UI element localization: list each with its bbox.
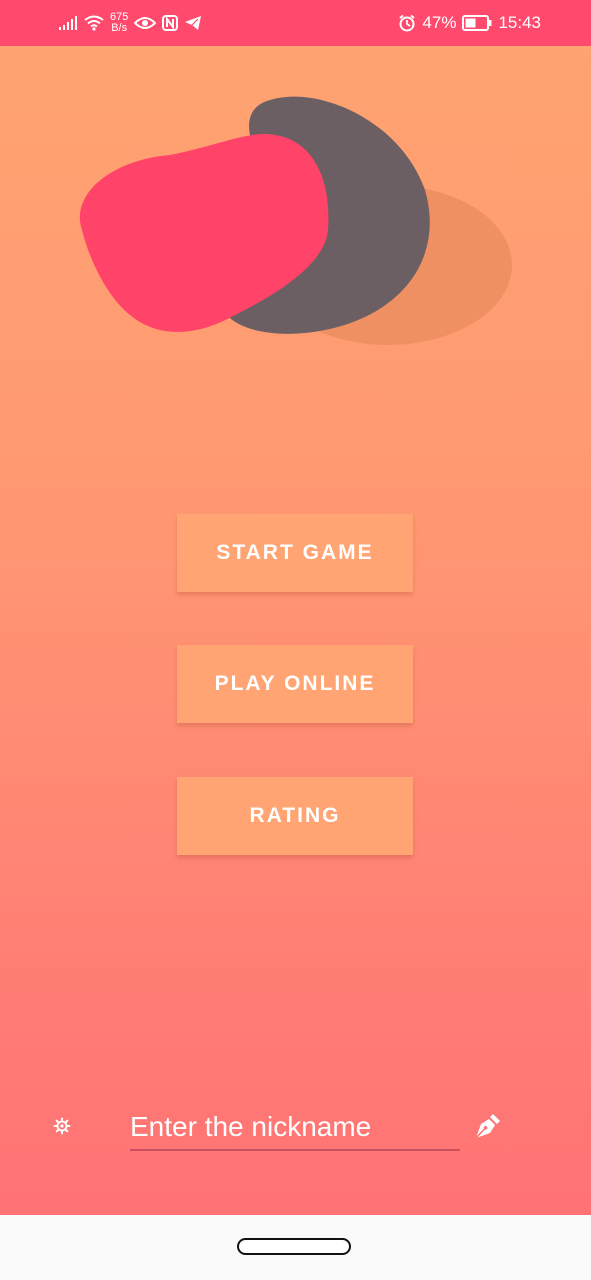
rating-button[interactable]: RATING bbox=[177, 777, 413, 855]
alarm-icon bbox=[399, 14, 416, 32]
status-left-icons: 675 B/s bbox=[58, 10, 202, 36]
eye-icon bbox=[134, 17, 157, 29]
status-right-icons: 47% 15:43 bbox=[398, 10, 541, 36]
telegram-icon bbox=[185, 16, 202, 30]
wifi-icon bbox=[84, 15, 104, 31]
status-bar: 675 B/s 47% 15:43 bbox=[0, 0, 591, 46]
start-game-button[interactable]: START GAME bbox=[177, 514, 413, 592]
pen-nib-icon[interactable] bbox=[472, 1111, 502, 1141]
play-online-button[interactable]: PLAY ONLINE bbox=[177, 645, 413, 723]
gear-icon[interactable] bbox=[53, 1117, 71, 1135]
battery-icon bbox=[462, 15, 492, 31]
network-speed-unit: B/s bbox=[111, 22, 128, 34]
home-indicator[interactable] bbox=[237, 1238, 351, 1255]
signal-icon bbox=[59, 16, 77, 30]
nfc-icon bbox=[162, 15, 179, 31]
battery-percent: 47% bbox=[422, 13, 457, 32]
blob-logo bbox=[79, 96, 512, 345]
clock: 15:43 bbox=[498, 13, 541, 32]
nickname-input[interactable] bbox=[130, 1105, 460, 1151]
network-speed: 675 B/s bbox=[110, 12, 128, 34]
